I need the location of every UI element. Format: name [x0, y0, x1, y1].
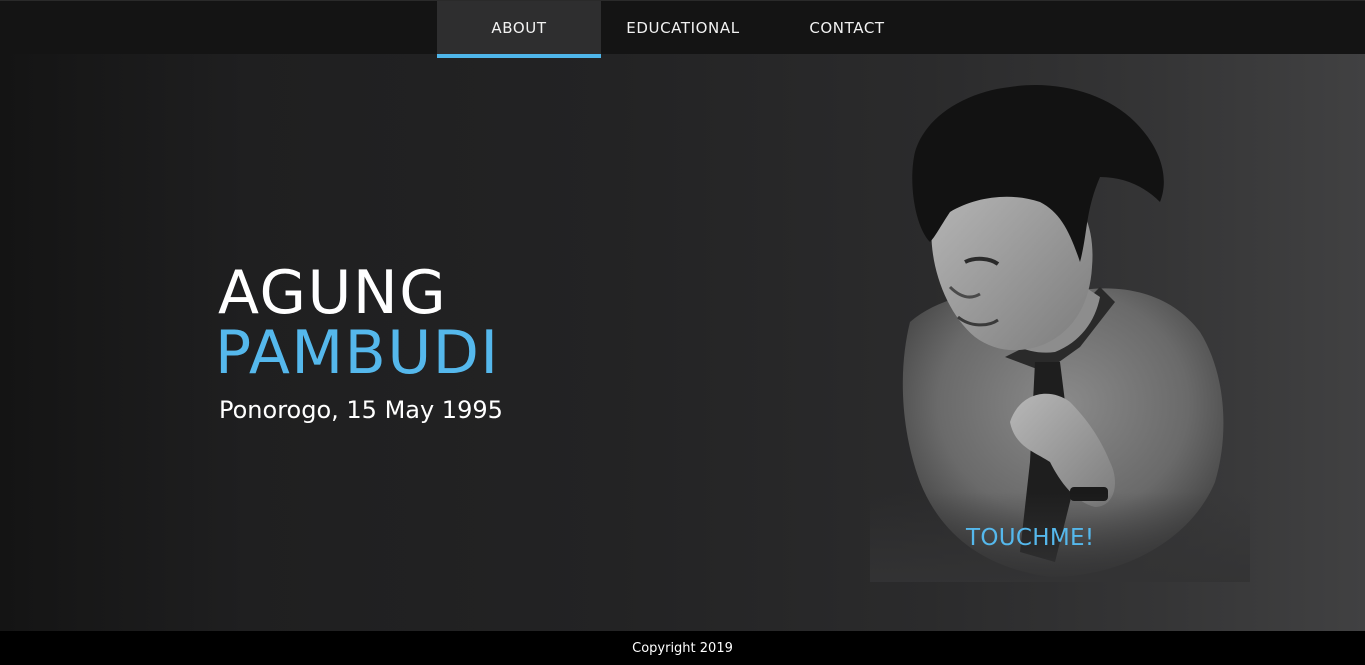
birth-place-date: Ponorogo, 15 May 1995	[219, 396, 503, 424]
profile-portrait-photo[interactable]	[870, 62, 1250, 582]
touchme-link[interactable]: TOUCHME!	[966, 523, 1094, 553]
last-name-heading: PAMBUDI	[215, 318, 500, 388]
nav-tab-educational[interactable]: EDUCATIONAL	[601, 1, 765, 54]
nav-tab-contact[interactable]: CONTACT	[765, 1, 929, 54]
top-navigation: ABOUT EDUCATIONAL CONTACT	[0, 0, 1365, 58]
copyright-text: Copyright 2019	[632, 640, 733, 656]
footer: Copyright 2019	[0, 631, 1365, 665]
nav-tab-about[interactable]: ABOUT	[437, 1, 601, 58]
